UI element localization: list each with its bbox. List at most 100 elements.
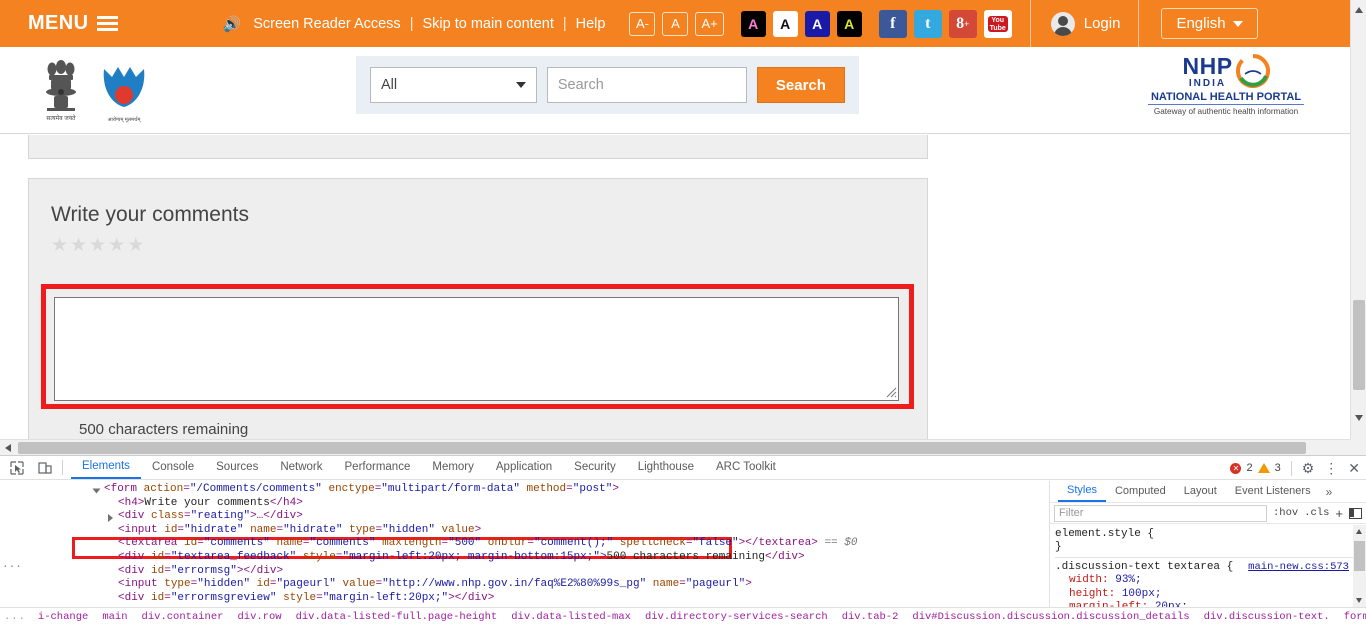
- close-devtools-icon[interactable]: ✕: [1348, 460, 1360, 477]
- contrast-theme-black-on-white[interactable]: A: [772, 10, 798, 37]
- screen-reader-access-link[interactable]: Screen Reader Access: [253, 16, 401, 32]
- facebook-icon[interactable]: f: [878, 9, 907, 38]
- tab-styles[interactable]: Styles: [1058, 481, 1106, 502]
- page-horizontal-scrollbar[interactable]: [0, 439, 1350, 455]
- breadcrumb-item[interactable]: div.discussion-text.: [1197, 611, 1337, 623]
- expand-triangle-closed-icon[interactable]: [108, 514, 113, 523]
- styles-filter-input[interactable]: [1054, 504, 1267, 522]
- font-increase-button[interactable]: A+: [695, 11, 724, 36]
- css-rule-block[interactable]: element.style {}: [1055, 528, 1353, 555]
- breadcrumb-item[interactable]: i-change: [31, 611, 95, 623]
- star-icon[interactable]: ★: [70, 236, 87, 255]
- tab-console[interactable]: Console: [141, 457, 205, 478]
- css-declaration[interactable]: width: 93%;: [1055, 574, 1353, 587]
- tab-event-listeners[interactable]: Event Listeners: [1226, 482, 1320, 501]
- breadcrumb-item[interactable]: div.data-listed-full.page-height: [289, 611, 505, 623]
- breadcrumb-item[interactable]: div.row: [230, 611, 288, 623]
- youtube-icon[interactable]: You Tube: [983, 9, 1012, 38]
- menu-button[interactable]: MENU: [28, 12, 118, 35]
- font-decrease-button[interactable]: A-: [629, 11, 656, 36]
- css-property-value[interactable]: 93%;: [1115, 574, 1141, 586]
- inspect-element-icon[interactable]: [6, 458, 28, 478]
- scroll-up-arrow-icon[interactable]: [1355, 7, 1363, 13]
- contrast-theme-magenta-on-black[interactable]: A: [740, 10, 766, 37]
- tab-elements[interactable]: Elements: [71, 456, 141, 479]
- tab-layout[interactable]: Layout: [1175, 482, 1226, 501]
- styles-rules-list[interactable]: element.style {} main-new.css:573 .discuss…: [1050, 525, 1353, 607]
- tab-network[interactable]: Network: [269, 457, 333, 478]
- styles-more-tabs-icon[interactable]: »: [1320, 485, 1339, 499]
- skip-to-main-content-link[interactable]: Skip to main content: [422, 16, 553, 32]
- star-icon[interactable]: ★: [108, 236, 125, 255]
- styles-scroll-thumb[interactable]: [1354, 541, 1365, 571]
- contrast-theme-yellow-on-black[interactable]: A: [836, 10, 862, 37]
- css-selector[interactable]: .discussion-text textarea {: [1055, 561, 1233, 573]
- issue-counters[interactable]: ✕ 2 3: [1230, 462, 1281, 474]
- dom-node-line[interactable]: <div id="errormsg"></div>: [0, 565, 1049, 579]
- search-button[interactable]: Search: [756, 67, 845, 103]
- scroll-down-arrow-icon[interactable]: [1355, 415, 1363, 421]
- css-rule-block[interactable]: main-new.css:573 .discussion-text textare…: [1055, 561, 1353, 607]
- rating-stars[interactable]: ★ ★ ★ ★ ★: [51, 236, 927, 255]
- toggle-sidebar-icon[interactable]: [1349, 507, 1362, 519]
- scroll-left-arrow-icon[interactable]: [5, 444, 11, 452]
- breadcrumb-item[interactable]: div.container: [135, 611, 231, 623]
- star-icon[interactable]: ★: [127, 236, 144, 255]
- breadcrumb-item[interactable]: div.data-listed-max: [504, 611, 638, 623]
- tab-application[interactable]: Application: [485, 457, 563, 478]
- star-icon[interactable]: ★: [51, 236, 68, 255]
- breadcrumb-item[interactable]: form: [1337, 611, 1366, 623]
- force-state-hov-button[interactable]: :hov: [1273, 507, 1298, 519]
- breadcrumb-overflow-icon[interactable]: ...: [0, 611, 31, 623]
- breadcrumb-item[interactable]: main: [95, 611, 134, 623]
- device-toolbar-icon[interactable]: [34, 458, 56, 478]
- styles-scrollbar[interactable]: [1353, 525, 1366, 607]
- css-property-name[interactable]: height:: [1069, 588, 1122, 600]
- search-input[interactable]: [546, 67, 747, 103]
- dom-node-line[interactable]: <input type="hidden" id="pageurl" value=…: [0, 578, 1049, 592]
- contrast-theme-white-on-blue[interactable]: A: [804, 10, 830, 37]
- tab-computed[interactable]: Computed: [1106, 482, 1175, 501]
- breadcrumb-item[interactable]: div.tab-2: [835, 611, 906, 623]
- google-plus-icon[interactable]: 8 +: [948, 9, 977, 38]
- settings-gear-icon[interactable]: ⚙: [1302, 460, 1315, 477]
- page-vertical-scrollbar[interactable]: [1350, 0, 1366, 440]
- more-options-icon[interactable]: ⋮: [1324, 460, 1338, 477]
- dom-node-line[interactable]: <div id="textarea_feedback" style="margi…: [0, 551, 1049, 565]
- scroll-down-arrow-icon[interactable]: [1356, 598, 1362, 603]
- tab-lighthouse[interactable]: Lighthouse: [627, 457, 705, 478]
- element-classes-button[interactable]: .cls: [1304, 507, 1329, 519]
- dom-node-line[interactable]: <div class="reating">…</div>: [0, 510, 1049, 524]
- dom-tree-pane[interactable]: ... <form action="/Comments/comments" en…: [0, 481, 1050, 607]
- horizontal-scroll-thumb[interactable]: [18, 442, 1306, 454]
- dom-node-line[interactable]: <textarea id="comments" name="comments" …: [0, 537, 1049, 551]
- scroll-up-arrow-icon[interactable]: [1356, 529, 1362, 534]
- twitter-icon[interactable]: t: [913, 9, 942, 38]
- dom-node-line[interactable]: <input id="hidrate" name="hidrate" type=…: [0, 524, 1049, 538]
- comments-textarea[interactable]: [54, 297, 899, 401]
- font-normal-button[interactable]: A: [662, 11, 689, 36]
- tab-arc-toolkit[interactable]: ARC Toolkit: [705, 457, 787, 478]
- tab-sources[interactable]: Sources: [205, 457, 269, 478]
- language-selector[interactable]: English: [1161, 8, 1258, 39]
- tab-performance[interactable]: Performance: [334, 457, 422, 478]
- star-icon[interactable]: ★: [89, 236, 106, 255]
- login-button[interactable]: Login: [1050, 11, 1120, 36]
- css-declaration[interactable]: height: 100px;: [1055, 588, 1353, 601]
- expand-triangle-open-icon[interactable]: [92, 488, 101, 494]
- css-source-link[interactable]: main-new.css:573: [1248, 561, 1349, 574]
- help-link[interactable]: Help: [576, 16, 606, 32]
- css-property-name[interactable]: width:: [1069, 574, 1115, 586]
- dom-node-line[interactable]: <div id="errormsgreview" style="margin-l…: [0, 592, 1049, 606]
- breadcrumb-item[interactable]: div#Discussion.discussion.discussion_det…: [905, 611, 1196, 623]
- css-selector[interactable]: element.style {: [1055, 528, 1154, 540]
- tab-memory[interactable]: Memory: [421, 457, 485, 478]
- search-category-select[interactable]: All: [370, 67, 537, 103]
- dom-node-line[interactable]: <form action="/Comments/comments" enctyp…: [0, 483, 1049, 497]
- tab-security[interactable]: Security: [563, 457, 627, 478]
- vertical-scroll-thumb[interactable]: [1353, 300, 1365, 390]
- dom-breadcrumb[interactable]: ... i-change main div.container div.row div.d…: [0, 607, 1366, 625]
- css-property-value[interactable]: 100px;: [1122, 588, 1162, 600]
- new-style-rule-button[interactable]: +: [1335, 506, 1343, 521]
- dom-node-line[interactable]: <h4>Write your comments</h4>: [0, 497, 1049, 511]
